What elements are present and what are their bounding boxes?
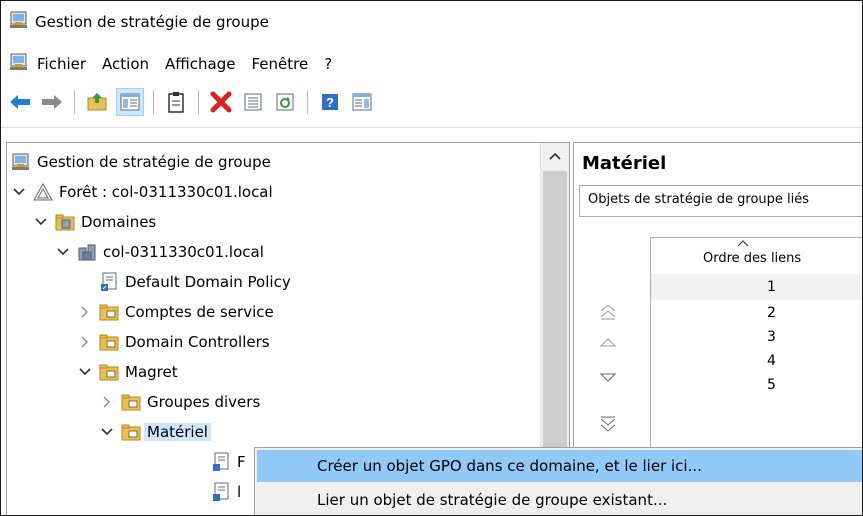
toolbar: ? [1, 85, 862, 119]
help-icon[interactable]: ? [317, 89, 343, 115]
gpo-link-icon [211, 452, 231, 472]
svg-text:?: ? [326, 95, 334, 110]
console-pane-icon[interactable] [349, 89, 375, 115]
tree-node-child-gpo[interactable]: l [211, 477, 241, 507]
menu-help[interactable]: ? [324, 55, 332, 73]
ou-folder-icon [99, 362, 119, 382]
tree-node-domains[interactable]: Domaines [33, 207, 156, 237]
tree-label: Default Domain Policy [125, 273, 291, 291]
tree-label: Domain Controllers [125, 333, 270, 351]
gpmc-root-icon [11, 152, 31, 172]
chevron-right-icon[interactable] [77, 304, 93, 320]
move-up-icon[interactable] [598, 333, 618, 351]
ou-folder-icon [99, 332, 119, 352]
chevron-down-icon[interactable] [55, 244, 71, 260]
link-order-cell: 1 [767, 279, 776, 295]
delete-icon[interactable] [208, 89, 234, 115]
gpo-link-icon [99, 272, 119, 292]
table-row[interactable]: 3 [651, 324, 862, 350]
tree-node-forest[interactable]: Forêt : col-0311330c01.local [11, 177, 273, 207]
domain-icon [77, 242, 97, 262]
table-row[interactable]: 4 [651, 348, 862, 374]
menu-link-existing-gpo[interactable]: Lier un objet de stratégie de groupe exi… [257, 484, 862, 515]
chevron-down-icon[interactable] [99, 424, 115, 440]
link-order-cell: 4 [767, 353, 776, 369]
forward-arrow-icon[interactable] [39, 89, 65, 115]
show-tree-icon[interactable] [116, 88, 144, 116]
toolbar-separator [74, 90, 75, 114]
table-row[interactable]: 1 [651, 274, 862, 300]
refresh-icon[interactable] [272, 89, 298, 115]
tree-node-domain-controllers[interactable]: Domain Controllers [77, 327, 270, 357]
ou-folder-icon [99, 302, 119, 322]
sort-ascending-icon [737, 240, 749, 247]
tree-label: Comptes de service [125, 303, 274, 321]
table-row[interactable]: 5 [651, 372, 862, 398]
tree-node-magret[interactable]: Magret [77, 357, 178, 387]
move-top-icon[interactable] [598, 303, 618, 321]
link-order-cell: 5 [767, 377, 776, 393]
tree-node-materiel[interactable]: Matériel [99, 417, 211, 447]
tree-label: Domaines [81, 213, 157, 231]
tree-label: Matériel [144, 423, 211, 441]
back-arrow-icon[interactable] [7, 89, 33, 115]
tree-label: col-0311330c01.local [103, 243, 264, 261]
toolbar-separator [307, 90, 308, 114]
context-menu: Créer un objet GPO dans ce domaine, et l… [254, 447, 862, 515]
menu-affichage[interactable]: Affichage [165, 55, 235, 73]
table-row[interactable]: 2 [651, 300, 862, 326]
toolbar-divider [1, 127, 862, 128]
ou-folder-icon [121, 392, 141, 412]
title-bar: Gestion de stratégie de groupe [1, 1, 862, 43]
ou-folder-icon [121, 422, 141, 442]
tree-node-root[interactable]: Gestion de stratégie de groupe [11, 147, 271, 177]
tree-label: Groupes divers [147, 393, 261, 411]
system-menu-icon[interactable] [9, 52, 29, 76]
chevron-down-icon[interactable] [77, 364, 93, 380]
toolbar-separator [198, 90, 199, 114]
export-list-icon[interactable] [240, 89, 266, 115]
tab-linked-gpos[interactable]: Objets de stratégie de groupe liés [579, 185, 862, 217]
chevron-down-icon[interactable] [11, 184, 27, 200]
up-folder-icon[interactable] [84, 89, 110, 115]
gpmc-window: Gestion de stratégie de groupe Fichier A… [0, 0, 863, 516]
gpo-link-icon [211, 482, 231, 502]
chevron-right-icon[interactable] [99, 394, 115, 410]
link-order-cell: 2 [767, 305, 776, 321]
tab-label: Objets de stratégie de groupe liés [588, 192, 810, 207]
window-title: Gestion de stratégie de groupe [35, 13, 269, 31]
forest-icon [33, 182, 53, 202]
move-down-icon[interactable] [598, 369, 618, 387]
menu-create-gpo-and-link[interactable]: Créer un objet GPO dans ce domaine, et l… [257, 450, 862, 482]
tree-node-groupes-divers[interactable]: Groupes divers [99, 387, 260, 417]
menu-action[interactable]: Action [102, 55, 149, 73]
menu-bar: Fichier Action Affichage Fenêtre ? [1, 49, 862, 79]
tree-node-default-domain-policy[interactable]: Default Domain Policy [99, 267, 291, 297]
chevron-right-icon[interactable] [77, 334, 93, 350]
tree-node-child-gpo[interactable]: F [211, 447, 246, 477]
gpmc-app-icon [9, 10, 29, 34]
link-order-cell: 3 [767, 329, 776, 345]
column-header-link-order[interactable]: Ordre des liens [651, 238, 862, 275]
details-title: Matériel [582, 153, 667, 174]
toolbar-separator [153, 90, 154, 114]
tree-label: Magret [125, 363, 178, 381]
tree-node-comptes-service[interactable]: Comptes de service [77, 297, 274, 327]
column-header-label: Ordre des liens [703, 251, 802, 266]
tree-label: Forêt : col-0311330c01.local [59, 183, 273, 201]
move-bottom-icon[interactable] [598, 415, 618, 433]
scroll-up-icon[interactable] [548, 151, 562, 161]
tree-node-domain[interactable]: col-0311330c01.local [55, 237, 264, 267]
menu-fichier[interactable]: Fichier [37, 55, 86, 73]
tree-label: Gestion de stratégie de groupe [37, 153, 271, 171]
tree-label: F [237, 453, 246, 471]
menu-fenetre[interactable]: Fenêtre [251, 55, 308, 73]
tree-label: l [237, 483, 242, 501]
domains-folder-icon [55, 212, 75, 232]
chevron-down-icon[interactable] [33, 214, 49, 230]
properties-icon[interactable] [163, 89, 189, 115]
